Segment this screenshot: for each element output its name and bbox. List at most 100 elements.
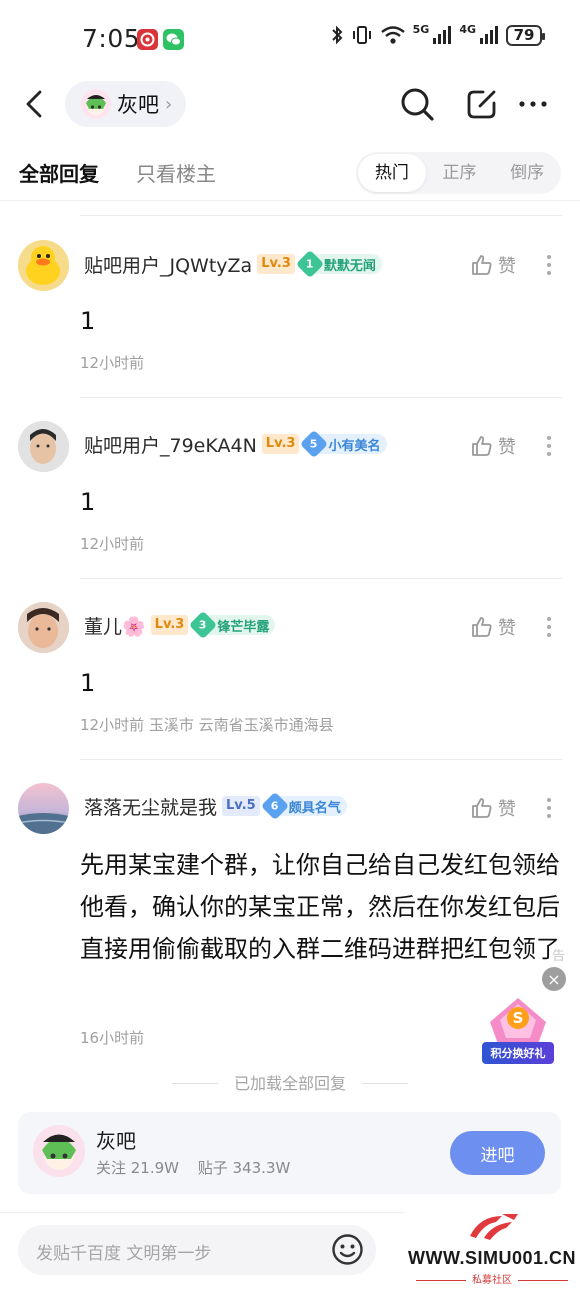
like-button[interactable]: 赞 [470,614,516,640]
watermark-site: WWW.SIMU001.CN [407,1248,576,1268]
badge-number: 5 [300,429,329,459]
like-button[interactable]: 赞 [470,252,516,278]
reply-input[interactable]: 发贴千百度 文明第一步 [18,1225,376,1275]
reply-more-button[interactable] [540,795,558,821]
forum-avatar [81,89,111,119]
thumbs-up-icon [472,798,492,818]
level-badge: Lv.3 [261,434,300,454]
divider [80,397,562,398]
app-notification-icon [137,29,158,50]
reply-content: 先用某宝建个群，让你自己给自己发红包领给他看，确认你的某宝正常，然后在你发红包后… [80,851,560,963]
thumbs-up-icon [472,617,492,637]
ad-letter: S [513,1009,524,1027]
followers-count: 关注 21.9W [96,1159,179,1177]
divider [80,578,562,579]
badge-number-text: 6 [270,799,279,813]
username[interactable]: 贴吧用户_JQWtyZa [84,251,252,278]
forum-chip[interactable]: 灰吧 › [65,81,187,127]
divider [80,215,562,216]
badge-number: 6 [260,791,289,821]
title-badge: 3 锋芒毕露 [189,610,276,640]
posts-count: 贴子 343.3W [197,1159,291,1177]
badge-text: 颇具名气 [288,800,341,816]
like-label: 赞 [498,618,516,639]
sort-descending[interactable]: 倒序 [493,154,561,192]
chevron-right-icon: › [165,93,173,115]
emoji-icon [332,1234,363,1265]
more-icon [519,101,547,107]
badge-number: 1 [295,249,325,279]
reply-more-button[interactable] [540,433,558,459]
badge-text: 锋芒毕露 [217,619,270,635]
badge-text: 默默无闻 [323,258,376,274]
sort-hot[interactable]: 热门 [358,154,426,192]
username[interactable]: 董儿🌸 [84,612,146,639]
reply-more-button[interactable] [540,252,558,278]
avatar[interactable] [18,240,69,291]
user-row: 董儿🌸 Lv.3 3 锋芒毕露 [84,610,276,640]
divider [80,759,562,760]
badge-number-text: 3 [199,618,208,632]
avatar[interactable] [18,602,69,653]
compose-button[interactable] [462,84,502,124]
enter-forum-button[interactable]: 进吧 [450,1131,545,1175]
back-button[interactable] [20,86,50,122]
reply-tabs: 全部回复 只看楼主 热门 正序 倒序 [0,145,580,201]
user-row: 落落无尘就是我 Lv.5 6 颇具名气 [84,791,347,821]
badge-number-text: 1 [306,257,314,271]
back-icon [26,90,42,118]
username[interactable]: 贴吧用户_79eKA4N [84,431,257,458]
like-label: 赞 [498,437,516,458]
status-right: 5G 4G 79 [330,22,545,46]
top-nav: 灰吧 › [0,76,580,132]
reply-content: 1 [80,307,96,335]
search-button[interactable] [397,84,437,124]
title-badge: 5 小有美名 [300,429,387,459]
tab-op-only[interactable]: 只看楼主 [136,158,216,187]
status-time: 7:05 [82,24,141,53]
forum-name: 灰吧 [117,93,159,117]
emoji-button[interactable] [331,1233,364,1266]
like-label: 赞 [498,256,516,277]
loaded-all-text: 已加载全部回复 [233,1074,346,1093]
thumbs-up-icon [472,436,492,456]
reply-meta: 16小时前 [80,1029,145,1047]
level-badge: Lv.3 [150,615,189,635]
forum-card[interactable]: 灰吧 关注 21.9W 贴子 343.3W 进吧 [18,1112,561,1194]
tab-all-replies[interactable]: 全部回复 [19,158,99,187]
reply-content: 1 [80,488,96,516]
level-badge: Lv.5 [222,796,260,816]
gift-icon: S [490,998,546,1044]
reply-more-button[interactable] [540,614,558,640]
user-row: 贴吧用户_79eKA4N Lv.3 5 小有美名 [84,429,387,459]
status-bar: 7:05 5G 4G 79 [0,0,580,76]
title-badge: 6 颇具名气 [260,791,347,821]
like-button[interactable]: 赞 [470,795,516,821]
badge-number-text: 5 [310,437,319,451]
forum-card-stats: 关注 21.9W 贴子 343.3W [96,1157,304,1178]
level-badge: Lv.3 [257,254,295,274]
reply-meta: 12小时前 [80,354,145,372]
ad-close-button[interactable]: × [542,967,566,991]
more-menu-button[interactable] [515,84,555,124]
signal-icon-2 [480,26,498,44]
username[interactable]: 落落无尘就是我 [84,793,217,820]
network-5g-label: 5G [412,22,430,36]
ad-banner[interactable]: S 积分换好礼 [478,992,558,1066]
reply-meta: 12小时前 [80,535,145,553]
wechat-icon [163,29,184,50]
title-badge: 1 默默无闻 [295,249,382,279]
like-label: 赞 [498,799,516,820]
avatar[interactable] [18,783,69,834]
signal-icon [433,26,452,44]
reply-meta: 12小时前 玉溪市 云南省玉溪市通海县 [80,716,334,734]
user-row: 贴吧用户_JQWtyZa Lv.3 1 默默无闻 [84,249,382,279]
search-icon [401,88,434,121]
like-button[interactable]: 赞 [470,433,516,459]
network-4g-label: 4G [459,22,476,36]
avatar[interactable] [18,421,69,472]
badge-text: 小有美名 [328,438,381,454]
divider [362,1083,408,1084]
thumbs-up-icon [472,255,492,275]
sort-ascending[interactable]: 正序 [426,154,494,192]
